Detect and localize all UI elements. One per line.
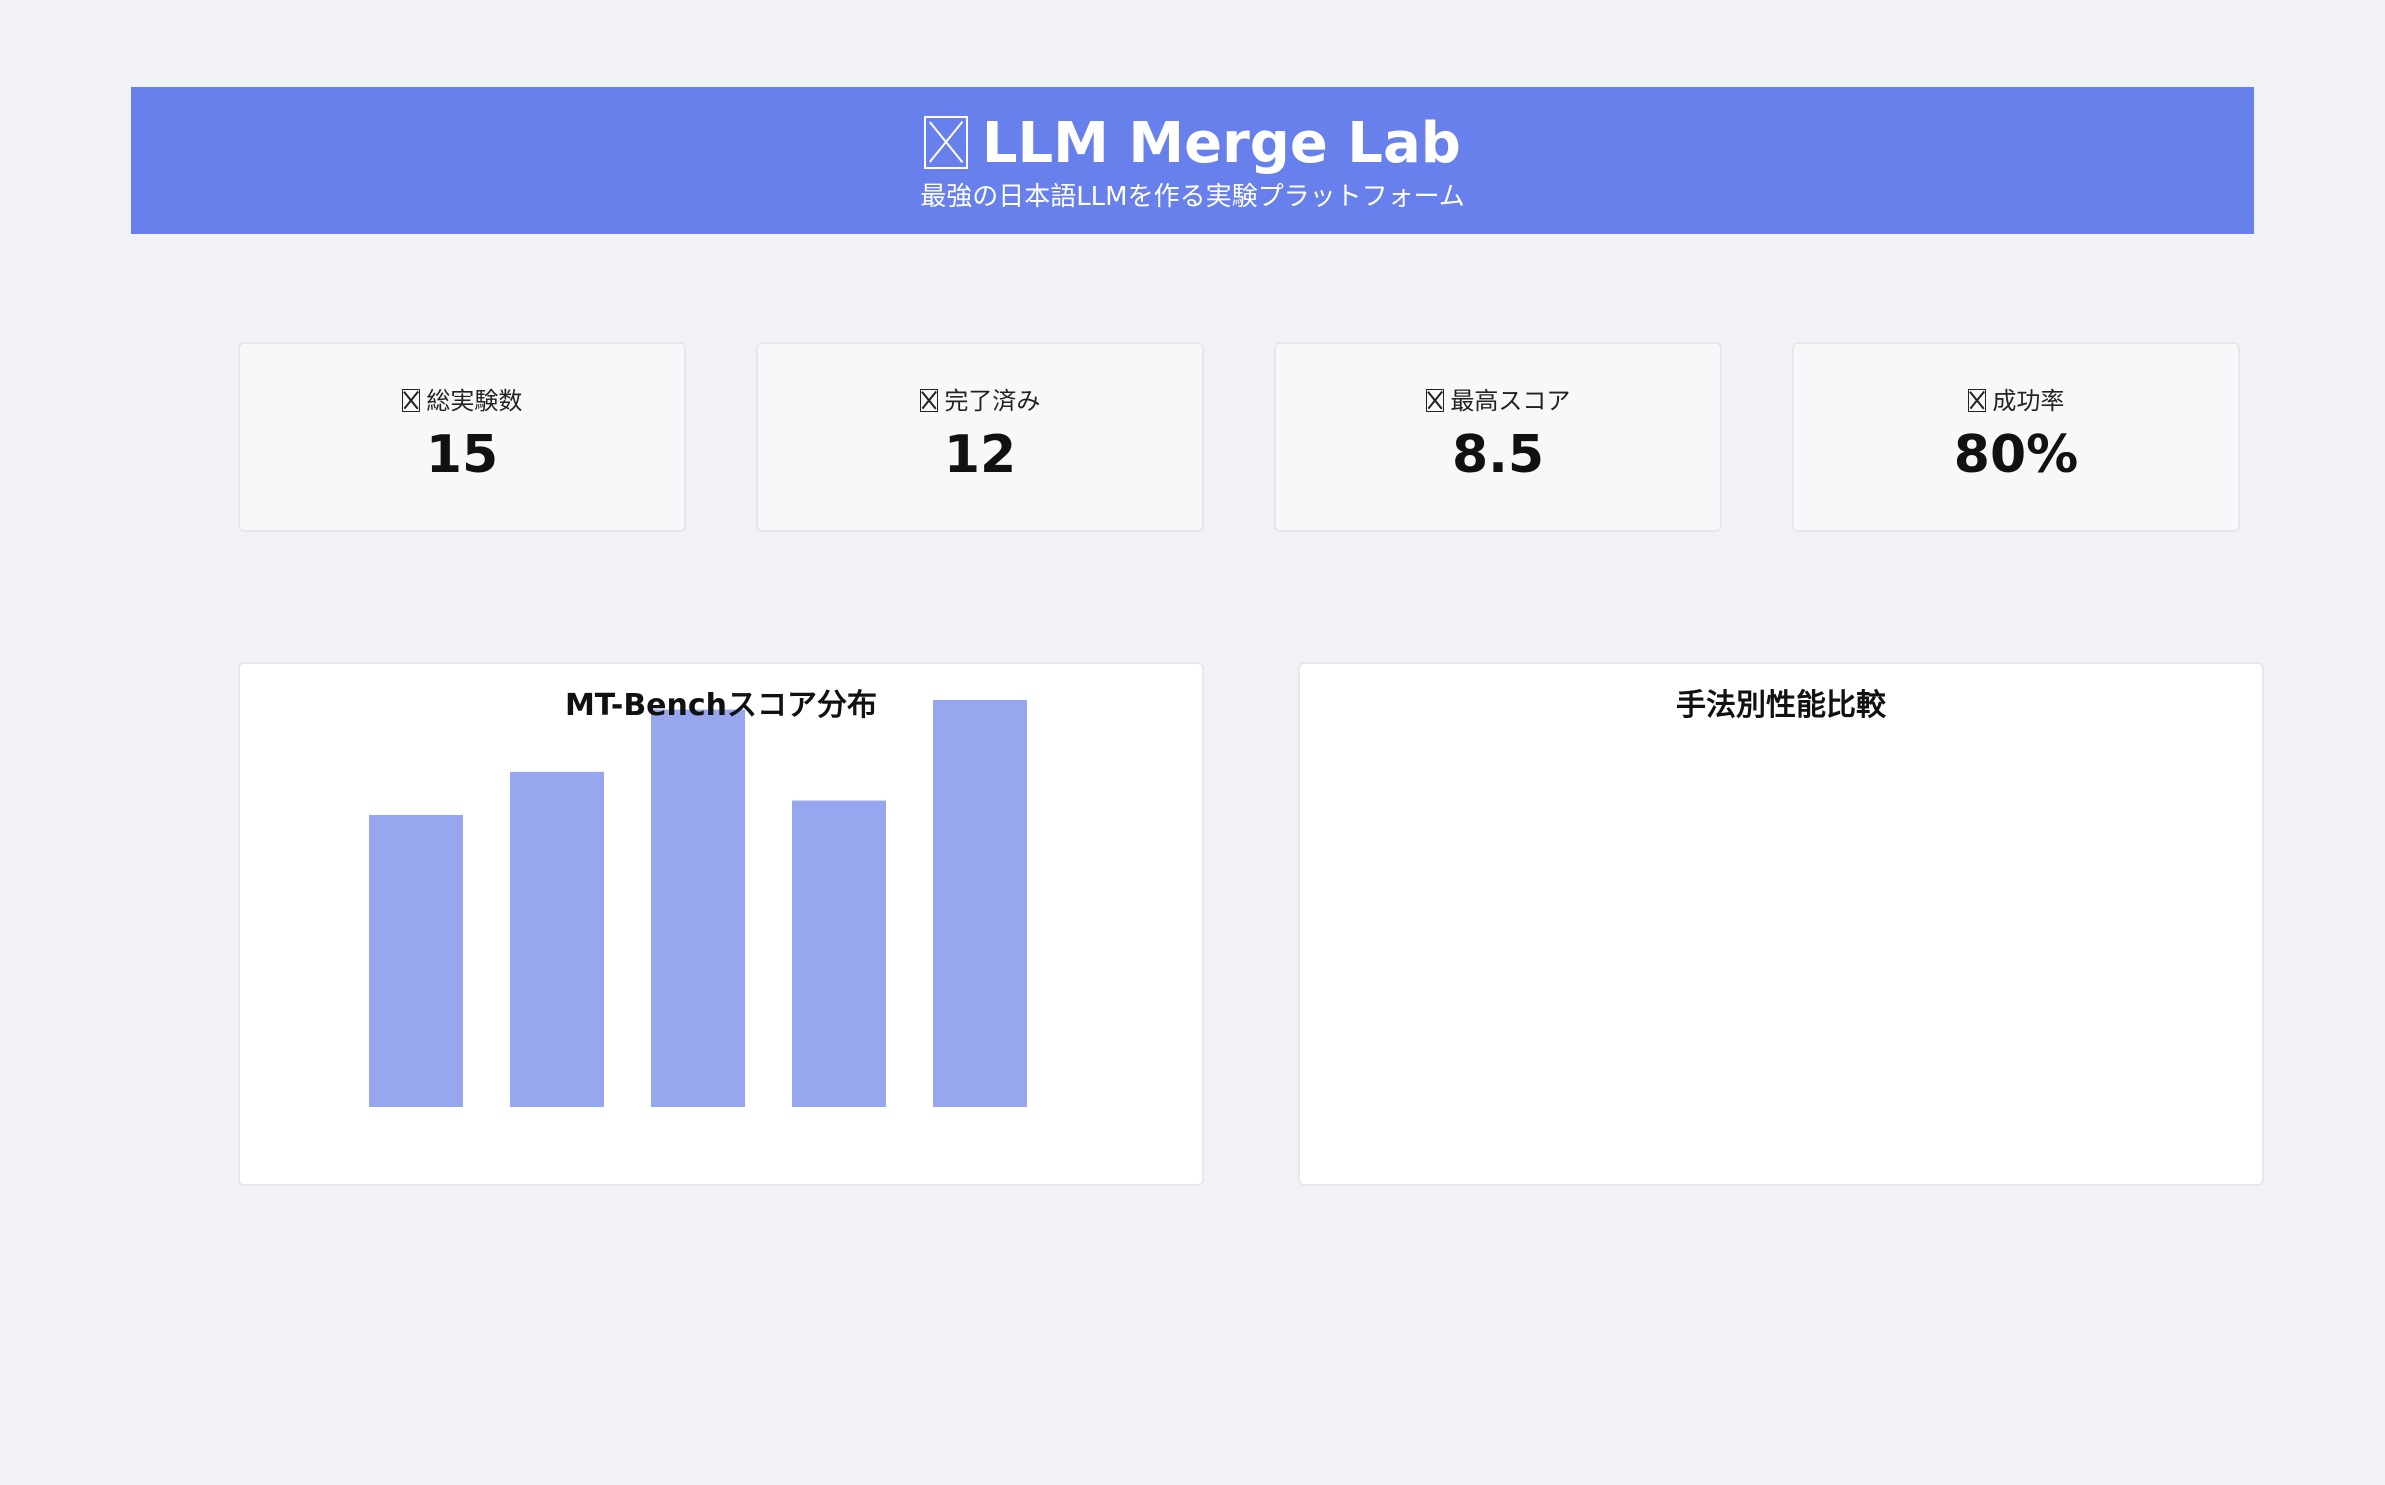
stat-value: 12 [943, 425, 1017, 485]
stat-card-total-experiments: 総実験数 15 [238, 342, 686, 532]
score-bar [369, 814, 463, 1107]
header-banner: LLM Merge Lab 最強の日本語LLMを作る実験プラットフォーム [131, 87, 2254, 234]
score-distribution-chart-card: MT-Benchスコア分布 [238, 662, 1204, 1186]
page-subtitle: 最強の日本語LLMを作る実験プラットフォーム [920, 182, 1465, 212]
chart-icon [1967, 389, 1987, 412]
page-title: LLM Merge Lab [131, 109, 2254, 179]
stat-label: 完了済み [758, 384, 1202, 418]
method-comparison-chart [1300, 664, 2262, 1184]
stat-label-text: 最高スコア [1450, 387, 1571, 415]
flask-icon [924, 115, 968, 169]
chart-title: 手法別性能比較 [1676, 688, 1886, 723]
dashboard-page: LLM Merge Lab 最強の日本語LLMを作る実験プラットフォーム 総実験… [0, 0, 2385, 1485]
stat-card-success-rate: 成功率 80% [1792, 342, 2240, 532]
stat-value: 80% [1953, 425, 2079, 485]
score-bar [933, 700, 1027, 1107]
stat-label-text: 完了済み [944, 387, 1041, 415]
score-bar [651, 709, 745, 1107]
stat-label: 最高スコア [1276, 384, 1720, 418]
stat-label-text: 総実験数 [426, 387, 523, 415]
score-distribution-chart [369, 700, 1027, 1107]
stat-card-completed: 完了済み 12 [756, 342, 1204, 532]
score-bar [510, 771, 604, 1107]
stat-label: 成功率 [1794, 384, 2238, 418]
stat-value: 8.5 [1451, 425, 1545, 485]
stat-label-text: 成功率 [1992, 387, 2065, 415]
check-icon [919, 389, 939, 412]
stat-label: 総実験数 [240, 384, 684, 418]
stat-value: 15 [425, 425, 499, 485]
page-title-text: LLM Merge Lab [981, 111, 1461, 176]
chart-title: MT-Benchスコア分布 [564, 688, 878, 723]
stat-card-best-score: 最高スコア 8.5 [1274, 342, 1722, 532]
experiment-icon [401, 389, 421, 412]
score-bar [792, 800, 886, 1107]
method-comparison-chart-card: 手法別性能比較 [1298, 662, 2264, 1186]
trophy-icon [1425, 389, 1445, 412]
